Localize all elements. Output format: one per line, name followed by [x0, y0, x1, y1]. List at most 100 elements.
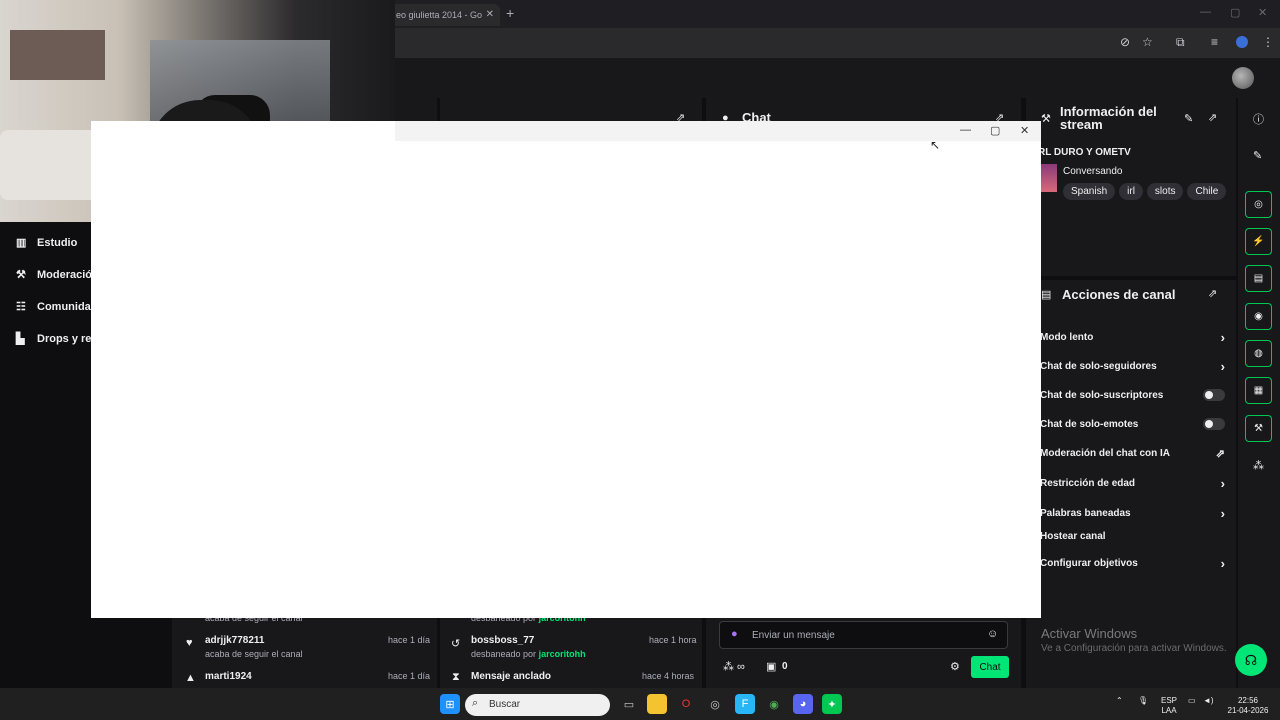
file-explorer-icon[interactable] [647, 694, 667, 714]
action-host-channel[interactable]: Hostear canal [1040, 531, 1225, 542]
toggle-switch[interactable] [1203, 418, 1225, 430]
action-age-restriction[interactable]: Restricción de edad › [1040, 476, 1225, 491]
points-icon[interactable]: ⁂ [1253, 459, 1264, 472]
chat-placeholder: Enviar un mensaje [752, 630, 835, 641]
extensions-icon[interactable]: ⧉ [1176, 35, 1185, 50]
tag-list: Spanish irl slots Chile [1063, 181, 1230, 200]
tag[interactable]: Chile [1187, 183, 1227, 200]
popout-icon[interactable]: ⇗ [1208, 111, 1217, 124]
popup-title-bar[interactable] [395, 121, 1041, 141]
emote-icon[interactable]: ☺ [987, 628, 998, 640]
activate-windows-title: Activar Windows [1041, 626, 1138, 641]
actions-icon: ▤ [1041, 289, 1052, 301]
info-icon[interactable]: ⓘ [1253, 111, 1264, 127]
popout-icon[interactable]: ⇗ [1208, 287, 1217, 300]
lang-bottom: LAA [1161, 706, 1177, 715]
app-green-icon[interactable]: ✦ [822, 694, 842, 714]
action-label: Palabras baneadas [1040, 508, 1131, 519]
task-view-icon[interactable]: ▭ [619, 694, 639, 714]
stream-title: RL DURO Y OMETV [1038, 147, 1131, 158]
action-subscribers-only[interactable]: Chat de solo-suscriptores [1040, 389, 1225, 401]
network-icon[interactable]: ▭ [1188, 696, 1196, 706]
obs-icon[interactable]: ◎ [705, 694, 725, 714]
nav-item-community[interactable]: ☷ Comunida [16, 300, 91, 314]
nav-label: Drops y re [37, 332, 92, 345]
opera-icon[interactable]: O [676, 694, 696, 714]
app-f-icon[interactable]: F [735, 694, 755, 714]
headset-icon[interactable]: ☊ [1235, 644, 1267, 676]
send-chat-button[interactable]: Chat [971, 656, 1009, 678]
new-tab-button[interactable]: + [506, 5, 514, 21]
browser-tab[interactable]: eo giulietta 2014 - Go ✕ [390, 4, 500, 26]
chat-bubble-icon[interactable]: ◉ [1245, 303, 1272, 330]
maximize-icon[interactable]: ▢ [1230, 6, 1240, 19]
taskbar-search-input[interactable]: Buscar [465, 694, 610, 716]
action-label: Restricción de edad [1040, 478, 1136, 489]
feed-name[interactable]: Mensaje anclado [471, 671, 551, 682]
action-banned-words[interactable]: Palabras baneadas › [1040, 506, 1225, 521]
eye-off-icon[interactable]: ⊘ [1120, 35, 1130, 49]
close-icon[interactable]: ✕ [1020, 124, 1029, 137]
maximize-icon[interactable]: ▢ [990, 124, 1000, 137]
feed-name[interactable]: adrjjk778211 [205, 635, 265, 646]
volume-icon[interactable]: ◄) [1203, 696, 1214, 706]
layout-icon[interactable]: ▦ [1245, 377, 1272, 404]
actions-panel-title: Acciones de canal [1062, 287, 1176, 302]
windows-start-icon[interactable]: ⊞ [440, 694, 460, 714]
points-count: 0 [782, 661, 788, 672]
gear-icon[interactable]: ⚙ [950, 660, 960, 673]
points-icon[interactable]: ⁂ ∞ [723, 660, 745, 673]
chat-message-input[interactable]: Enviar un mensaje [719, 621, 1008, 649]
discord-icon[interactable]: ◕ [793, 694, 813, 714]
chrome-icon[interactable]: ◉ [764, 694, 784, 714]
nav-item-moderation[interactable]: ⚒ Moderació [16, 268, 93, 282]
action-emotes-only[interactable]: Chat de solo-emotes [1040, 418, 1225, 430]
language-indicator[interactable]: ESP LAA [1160, 696, 1178, 716]
action-label: Chat de solo-seguidores [1040, 361, 1157, 372]
nav-label: Comunida [37, 300, 91, 313]
blank-popup-window[interactable] [91, 121, 1041, 618]
clip-icon[interactable]: ◎ [1245, 191, 1272, 218]
action-goals[interactable]: Configurar objetivos › [1040, 556, 1225, 571]
action-slow-mode[interactable]: Modo lento › [1040, 330, 1225, 345]
wrench-icon[interactable]: ⚒ [1245, 415, 1272, 442]
broadcast-icon[interactable]: ◍ [1245, 340, 1272, 367]
feed-sub-prefix: desbaneado por [471, 649, 537, 659]
toggle-switch[interactable] [1203, 389, 1225, 401]
external-link-icon: ⇗ [1215, 448, 1225, 460]
nav-item-studio[interactable]: ▥ Estudio [16, 236, 77, 250]
mic-icon[interactable]: 🎙 [1138, 696, 1148, 706]
profile-icon[interactable] [1236, 36, 1248, 48]
close-window-icon[interactable]: ✕ [1258, 6, 1267, 19]
minimize-icon[interactable]: — [1200, 6, 1211, 18]
info-panel-title: Información del stream [1060, 104, 1157, 132]
playlist-icon[interactable]: ≡ [1211, 35, 1218, 49]
windows-taskbar [0, 688, 1280, 720]
nav-label: Moderació [37, 268, 93, 281]
action-label: Modo lento [1040, 332, 1094, 343]
clock[interactable]: 22:56 21-04-2026 [1226, 696, 1270, 716]
edit-icon[interactable]: ✎ [1184, 112, 1193, 125]
star-icon[interactable]: ☆ [1142, 35, 1153, 49]
feed-moderator[interactable]: jarcoritohh [539, 649, 586, 659]
nav-item-drops[interactable]: ▙ Drops y re [16, 332, 92, 346]
store-icon[interactable]: ▣ [766, 660, 776, 673]
action-followers-only[interactable]: Chat de solo-seguidores › [1040, 359, 1225, 374]
lightning-icon[interactable]: ⚡ [1245, 228, 1272, 255]
tag[interactable]: Spanish [1063, 183, 1116, 200]
notes-icon[interactable]: ▤ [1245, 265, 1272, 292]
close-icon[interactable]: ✕ [486, 9, 494, 20]
tag[interactable]: irl [1119, 183, 1143, 200]
studio-icon: ▥ [16, 237, 27, 249]
action-ai-moderation[interactable]: Moderación del chat con IA ⇗ [1040, 447, 1225, 460]
avatar[interactable] [1232, 67, 1254, 89]
menu-icon[interactable]: ⋮ [1262, 35, 1274, 49]
pencil-icon[interactable]: ✎ [1253, 149, 1262, 162]
tag[interactable]: slots [1146, 183, 1184, 200]
mic-icon[interactable]: ● [731, 628, 738, 640]
minimize-icon[interactable]: — [960, 124, 971, 136]
chevron-up-icon[interactable]: ⌃ [1116, 696, 1123, 706]
feed-name[interactable]: marti1924 [205, 671, 252, 682]
feed-name[interactable]: bossboss_77 [471, 635, 534, 646]
feed-time: hace 1 día [388, 671, 431, 681]
